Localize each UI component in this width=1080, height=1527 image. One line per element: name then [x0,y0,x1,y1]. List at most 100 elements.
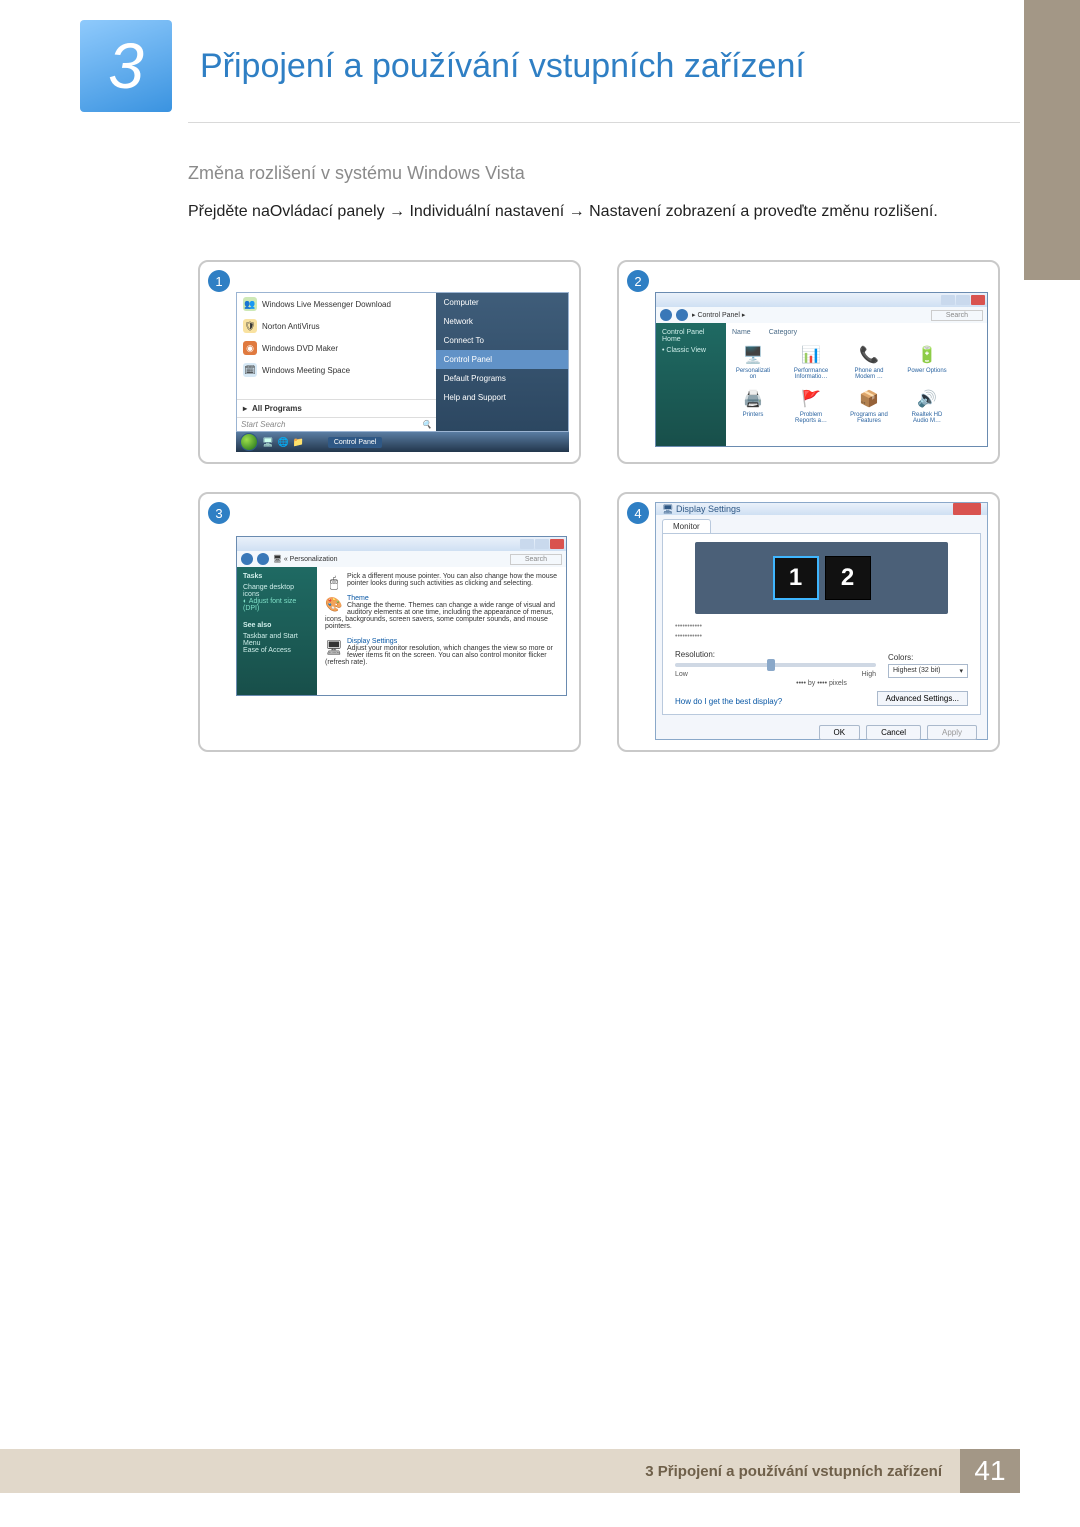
pz-display[interactable]: 🖥 Display Settings Adjust your monitor r… [325,638,558,666]
resolution-slider[interactable]: Resolution: LowHigh [675,650,876,678]
colors-label: Colors: [888,653,968,662]
pz-theme[interactable]: 🎨 Theme Change the theme. Themes can cha… [325,595,558,630]
page-number: 41 [960,1449,1020,1493]
dvd-icon: ◉ [243,341,257,355]
section-subtitle: Změna rozlišení v systému Windows Vista [188,163,1010,184]
sm-help[interactable]: Help and Support [436,388,568,407]
ok-button[interactable]: OK [819,725,861,740]
col-category: Category [769,329,797,336]
dialog-title: 🖥 Display Settings [662,504,740,515]
start-menu-item[interactable]: ◉Windows DVD Maker [237,337,436,359]
help-link[interactable]: How do I get the best display? [675,697,782,706]
footer-edge [1020,1449,1080,1493]
power-icon: 🔋 [914,342,940,368]
pz-mouse[interactable]: 🖱 Pick a different mouse pointer. You ca… [325,573,558,587]
printers-icon: 🖨️ [740,386,766,412]
mouse-icon: 🖱 [325,573,343,591]
start-menu: 👥Windows Live Messenger Download 🛡Norton… [236,292,569,432]
address-bar: ▸ Control Panel ▸ Search [656,307,987,323]
monitor-2[interactable]: 2 [825,556,871,600]
window-titlebar [237,537,566,551]
display-icon: 🖥 [325,638,343,656]
pz-display-desc: Adjust your monitor resolution, which ch… [325,645,558,666]
quicklaunch-icon[interactable]: 🖥 [262,437,273,448]
minimize-button[interactable] [941,295,955,305]
task-change-icons[interactable]: Change desktop icons [243,584,311,598]
quicklaunch-icon[interactable]: 🌐 [277,437,288,448]
advanced-settings-button[interactable]: Advanced Settings... [877,691,968,706]
tab-monitor[interactable]: Monitor [662,519,711,533]
maximize-button[interactable] [956,295,970,305]
pz-theme-desc: Change the theme. Themes can change a wi… [325,602,558,630]
footer-bar: 3 Připojení a používání vstupních zaříze… [0,1449,960,1493]
start-search[interactable]: Start Search🔍 [237,417,436,431]
sm-connect[interactable]: Connect To [436,331,568,350]
minimize-button[interactable] [520,539,534,549]
monitor-1[interactable]: 1 [773,556,819,600]
close-button[interactable] [550,539,564,549]
colors-select[interactable]: Highest (32 bit)▾ [888,664,968,678]
section-instruction: Přejděte naOvládací panely → Individuáln… [188,200,1010,224]
cp-item-realtek[interactable]: 🔊Realtek HD Audio M… [906,386,948,424]
taskbar-button[interactable]: Control Panel [328,437,382,448]
step-3: 3 🖥 « Personalization Search Tasks [198,492,581,752]
pz-theme-title: Theme [325,595,558,602]
search-input[interactable]: Search [931,310,983,321]
monitor-preview: 1 2 [695,542,948,614]
back-icon[interactable] [241,553,253,565]
search-input[interactable]: Search [510,554,562,565]
close-button[interactable] [971,295,985,305]
sm-default-programs[interactable]: Default Programs [436,369,568,388]
breadcrumb[interactable]: 🖥 « Personalization [273,555,338,563]
slider-low: Low [675,671,688,678]
start-menu-item[interactable]: 👥Windows Live Messenger Download [237,293,436,315]
quicklaunch-icon[interactable]: 📁 [293,437,304,448]
close-button[interactable] [953,503,981,515]
resolution-value: •••• by •••• pixels [675,680,968,687]
forward-icon[interactable] [676,309,688,321]
step-2: 2 ▸ Control Panel ▸ Search Control Panel… [617,260,1000,464]
start-menu-item[interactable]: 🛡Norton AntiVirus [237,315,436,337]
forward-icon[interactable] [257,553,269,565]
personalization-icon: 🖥️ [740,342,766,368]
cp-item-problem[interactable]: 🚩Problem Reports a… [790,386,832,424]
cp-item-power[interactable]: 🔋Power Options [906,342,948,380]
page-header: 3 Připojení a používání vstupních zaříze… [0,0,1080,122]
cp-item-performance[interactable]: 📊Performance Informatio… [790,342,832,380]
check-line-1: ••••••••••• [675,622,968,632]
breadcrumb[interactable]: ▸ Control Panel ▸ [692,311,745,319]
cancel-button[interactable]: Cancel [866,725,921,740]
seealso-taskbar[interactable]: Taskbar and Start Menu [243,633,311,647]
pz-mouse-desc: Pick a different mouse pointer. You can … [325,573,558,587]
all-programs[interactable]: ▸ All Programs [237,399,436,417]
programs-icon: 📦 [856,386,882,412]
cp-item-personalization[interactable]: 🖥️Personalizati on [732,342,774,380]
step-4: 4 🖥 Display Settings Monitor 1 2 •••••••… [617,492,1000,752]
cp-item-programs[interactable]: 📦Programs and Features [848,386,890,424]
seealso-ease[interactable]: Ease of Access [243,647,311,654]
footer-text: 3 Připojení a používání vstupních zaříze… [645,1463,942,1480]
apply-button[interactable]: Apply [927,725,977,740]
task-adjust-dpi[interactable]: ◐ Adjust font size (DPI) [243,598,311,612]
start-menu-item[interactable]: 🗓Windows Meeting Space [237,359,436,381]
chapter-title: Připojení a používání vstupních zařízení [200,47,1040,86]
page-footer: 3 Připojení a používání vstupních zaříze… [0,1449,1080,1493]
cp-classic-view[interactable]: • Classic View [662,347,720,354]
performance-icon: 📊 [798,342,824,368]
personalization-window: 🖥 « Personalization Search Tasks Change … [236,536,567,696]
slider-thumb[interactable] [767,659,775,671]
cp-item-printers[interactable]: 🖨️Printers [732,386,774,424]
start-orb-icon[interactable] [240,433,258,451]
sm-network[interactable]: Network [436,312,568,331]
chapter-number-badge: 3 [80,20,172,112]
dialog-pane: 1 2 ••••••••••• ••••••••••• Resolution: … [662,533,981,715]
maximize-button[interactable] [535,539,549,549]
sm-control-panel[interactable]: Control Panel [436,350,568,369]
cp-home[interactable]: Control Panel Home [662,329,720,343]
check-line-2: ••••••••••• [675,632,968,642]
step-1: 1 👥Windows Live Messenger Download 🛡Nort… [198,260,581,464]
all-programs-label: All Programs [252,404,302,413]
cp-item-phone[interactable]: 📞Phone and Modem … [848,342,890,380]
sm-computer[interactable]: Computer [436,293,568,312]
back-icon[interactable] [660,309,672,321]
